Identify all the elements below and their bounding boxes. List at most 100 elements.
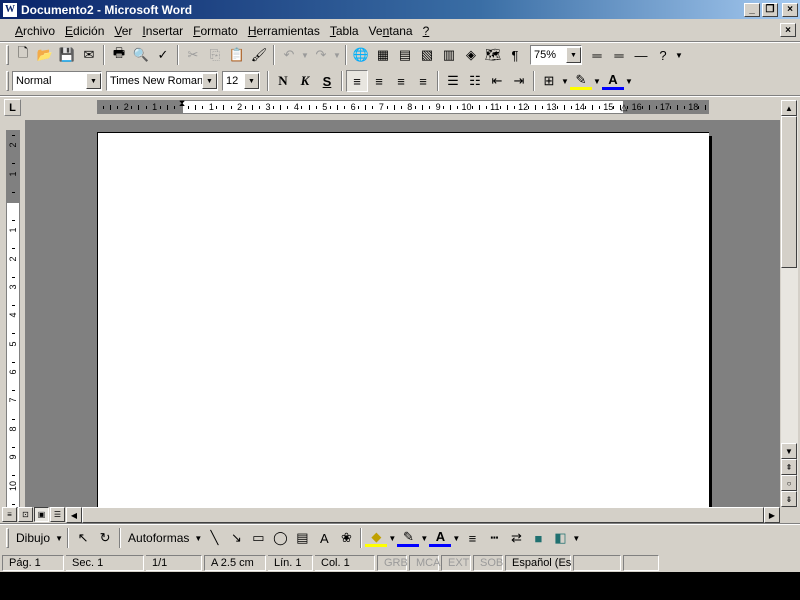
justify-icon[interactable]: ≡ <box>412 70 434 92</box>
columns-icon[interactable]: ▥ <box>438 44 460 66</box>
align-right-icon[interactable]: ≡ <box>390 70 412 92</box>
show-hide-icon[interactable]: ¶ <box>504 44 526 66</box>
scroll-left-button[interactable]: ◀ <box>66 507 82 523</box>
horizontal-scroll-thumb[interactable] <box>82 507 764 523</box>
status-ext[interactable]: EXT <box>441 554 471 571</box>
word-app-icon[interactable]: W <box>2 1 18 18</box>
status-trk[interactable]: MCA <box>409 554 440 571</box>
clipart-icon[interactable]: ❀ <box>335 527 357 549</box>
draw-menu-button[interactable]: Dibujo <box>12 531 54 545</box>
wordart-icon[interactable]: A <box>313 527 335 549</box>
drawing-icon[interactable]: ◈ <box>460 44 482 66</box>
print-preview-icon[interactable]: 🔍 <box>130 44 152 66</box>
next-page-button[interactable]: ⇟ <box>781 491 797 507</box>
left-indent-marker[interactable]: ⧗ <box>177 98 187 118</box>
menu-ventana[interactable]: Ventana <box>364 24 418 38</box>
line-style-2-icon[interactable]: ═ <box>608 44 630 66</box>
status-language[interactable]: Español (Es <box>505 554 571 571</box>
rectangle-tool-icon[interactable]: ▭ <box>247 527 269 549</box>
chevron-down-icon[interactable]: ▼ <box>193 527 203 549</box>
decrease-indent-icon[interactable]: ⇤ <box>486 70 508 92</box>
save-icon[interactable]: 💾 <box>56 44 78 66</box>
vertical-ruler[interactable]: 2 1 1 2 3 4 5 6 7 8 9 10 <box>6 130 20 508</box>
insert-table-icon[interactable]: ▤ <box>394 44 416 66</box>
line-color-icon[interactable]: ✎ <box>397 529 420 547</box>
open-icon[interactable]: 📂 <box>34 44 56 66</box>
arrow-style-icon[interactable]: ⇄ <box>505 527 527 549</box>
line-style-icon[interactable]: ═ <box>586 44 608 66</box>
line-tool-icon[interactable]: ╲ <box>203 527 225 549</box>
chevron-down-icon[interactable]: ▼ <box>451 527 461 549</box>
scroll-thumb[interactable] <box>781 116 797 268</box>
chevron-down-icon[interactable]: ▼ <box>202 73 217 89</box>
font-color-draw-icon[interactable]: A <box>429 529 452 547</box>
spelling-icon[interactable]: ✓ <box>152 44 174 66</box>
scroll-right-button[interactable]: ▶ <box>764 507 780 523</box>
menu-edicin[interactable]: Edición <box>60 24 109 38</box>
email-icon[interactable]: ✉ <box>78 44 100 66</box>
shadow-icon[interactable]: ■ <box>527 527 549 549</box>
print-icon[interactable]: 🖶 <box>108 44 130 66</box>
italic-button[interactable]: K <box>294 70 316 92</box>
horizontal-ruler[interactable]: 2 1 1 2 3 4 5 6 7 8 9 10 11 12 13 14 15 16 17 18 <box>97 100 709 114</box>
increase-indent-icon[interactable]: ⇥ <box>508 70 530 92</box>
toolbar-grip[interactable] <box>6 71 9 91</box>
undo-icon[interactable]: ↶ <box>278 44 300 66</box>
document-map-icon[interactable]: 🗺 <box>482 44 504 66</box>
web-layout-view-button[interactable]: ⊡ <box>18 507 33 522</box>
tables-borders-icon[interactable]: ▦ <box>372 44 394 66</box>
chevron-down-icon[interactable]: ▼ <box>674 44 684 66</box>
chevron-down-icon[interactable]: ▼ <box>54 527 64 549</box>
menu-herramientas[interactable]: Herramientas <box>243 24 325 38</box>
autoshapes-menu-button[interactable]: Autoformas <box>124 531 193 545</box>
chevron-down-icon[interactable]: ▼ <box>332 44 342 66</box>
right-indent-marker[interactable]: △ <box>619 102 629 122</box>
document-close-button[interactable]: × <box>780 23 796 37</box>
style-combo[interactable]: Normal ▼ <box>12 71 102 91</box>
insert-excel-icon[interactable]: ▧ <box>416 44 438 66</box>
numbering-icon[interactable]: ☰ <box>442 70 464 92</box>
dash-style-icon[interactable]: ┅ <box>483 527 505 549</box>
chevron-down-icon[interactable]: ▼ <box>571 527 581 549</box>
status-ovr[interactable]: SOB <box>473 554 503 571</box>
chevron-down-icon[interactable]: ▼ <box>244 73 259 89</box>
font-size-combo[interactable]: 12 ▼ <box>222 71 260 91</box>
previous-page-button[interactable]: ⇞ <box>781 459 797 475</box>
menu-archivo[interactable]: Archivo <box>10 24 60 38</box>
arrow-tool-icon[interactable]: ↘ <box>225 527 247 549</box>
chevron-down-icon[interactable]: ▼ <box>560 70 570 92</box>
align-center-icon[interactable]: ≡ <box>368 70 390 92</box>
menu-help[interactable]: ? <box>418 24 435 38</box>
select-objects-icon[interactable]: ↖ <box>72 527 94 549</box>
status-rec[interactable]: GRB <box>377 554 408 571</box>
chevron-down-icon[interactable]: ▼ <box>624 70 634 92</box>
chevron-down-icon[interactable]: ▼ <box>592 70 602 92</box>
cut-icon[interactable]: ✂ <box>182 44 204 66</box>
menu-ver[interactable]: Ver <box>109 24 137 38</box>
horizontal-scrollbar[interactable]: ◀ ▶ <box>66 507 780 523</box>
print-layout-view-button[interactable]: ▣ <box>34 507 49 522</box>
zoom-combo[interactable]: 75% ▼ <box>530 45 582 65</box>
line-style-draw-icon[interactable]: ≡ <box>461 527 483 549</box>
new-document-icon[interactable]: 🗋 <box>12 44 34 66</box>
minimize-button[interactable]: _ <box>744 2 760 17</box>
chevron-down-icon[interactable]: ▼ <box>566 47 581 63</box>
line-icon[interactable]: — <box>630 44 652 66</box>
menu-tabla[interactable]: Tabla <box>325 24 364 38</box>
bullets-icon[interactable]: ☷ <box>464 70 486 92</box>
highlight-icon[interactable]: ✎ <box>570 72 592 90</box>
3d-icon[interactable]: ◧ <box>549 527 571 549</box>
chevron-down-icon[interactable]: ▼ <box>300 44 310 66</box>
help-icon[interactable]: ? <box>652 44 674 66</box>
format-painter-icon[interactable]: 🖌 <box>248 44 270 66</box>
copy-icon[interactable]: ⎘ <box>204 44 226 66</box>
free-rotate-icon[interactable]: ↻ <box>94 527 116 549</box>
bold-button[interactable]: N <box>272 70 294 92</box>
scroll-down-button[interactable]: ▼ <box>781 443 797 459</box>
toolbar-grip[interactable] <box>6 528 9 548</box>
menu-insertar[interactable]: Insertar <box>137 24 188 38</box>
align-left-icon[interactable]: ≡ <box>346 70 368 92</box>
borders-icon[interactable]: ⊞ <box>538 70 560 92</box>
normal-view-button[interactable]: ≡ <box>2 507 17 522</box>
restore-button[interactable]: ❐ <box>762 2 778 17</box>
